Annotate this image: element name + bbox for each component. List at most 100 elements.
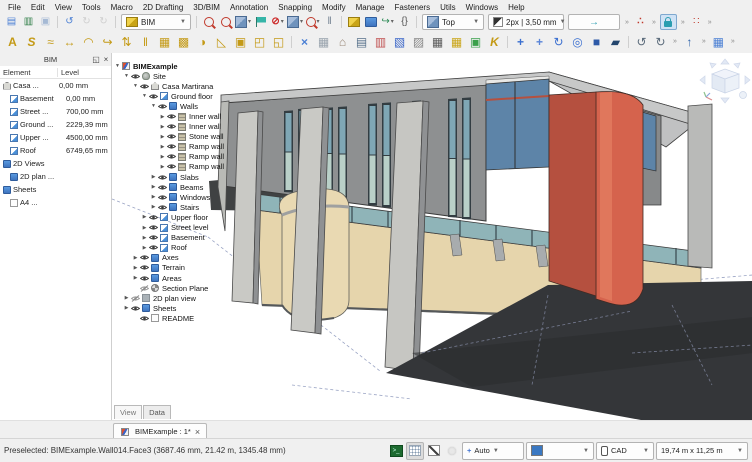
snap-button[interactable] — [444, 443, 460, 459]
view-preset-combo[interactable]: Top▼ — [422, 14, 484, 30]
visibility-eye-icon[interactable] — [130, 73, 141, 80]
tree-item-beams[interactable]: ▶Beams — [114, 182, 264, 192]
expander-closed-icon[interactable]: ▶ — [141, 225, 148, 231]
toggle-visibility-button[interactable]: ⊘▾ — [270, 15, 285, 29]
annotation-arc-tool[interactable]: ◠ — [80, 32, 97, 51]
menu-tools[interactable]: Tools — [77, 3, 106, 12]
visibility-eye-icon[interactable] — [157, 184, 168, 191]
window-slit-5[interactable] — [368, 103, 377, 205]
red-stair-tower[interactable] — [549, 92, 643, 306]
tree-item-street-level[interactable]: ▶Street level — [114, 223, 264, 233]
save-button[interactable]: ▣ — [38, 15, 53, 29]
bim-views-panel-tool[interactable]: ▦ — [315, 32, 332, 51]
window-slit-9[interactable] — [462, 97, 471, 219]
expander-closed-icon[interactable]: ▶ — [159, 154, 166, 160]
annotation-columns-tool[interactable]: ‖ — [137, 32, 154, 51]
layers-document-tool[interactable]: ▨ — [410, 32, 427, 51]
tree-item-sheets[interactable]: ▶Sheets — [114, 303, 264, 313]
menu-snapping[interactable]: Snapping — [273, 3, 317, 12]
tree-item-basement[interactable]: ▶Basement — [114, 233, 264, 243]
overflow-chevron[interactable]: » — [731, 38, 735, 45]
tree-item-upper-floor[interactable]: ▶Upper floor — [114, 212, 264, 222]
tree-item-walls[interactable]: ▼Walls — [114, 101, 264, 111]
draft-path-array-tool[interactable]: ▩ — [175, 32, 192, 51]
tree-item-section-plane[interactable]: Section Plane — [114, 283, 264, 293]
panel-row-a4-[interactable]: A4 ... — [0, 196, 111, 209]
material-document-tool[interactable]: ▦ — [429, 32, 446, 51]
expander-closed-icon[interactable]: ▶ — [159, 134, 166, 140]
visibility-eye-icon[interactable] — [139, 83, 150, 90]
overflow-chevron[interactable]: » — [652, 19, 656, 26]
visibility-eye-icon[interactable] — [166, 133, 177, 140]
visibility-eye-icon[interactable] — [157, 103, 168, 110]
line-width-combo[interactable]: 2px | 3,50 mm▼ — [488, 14, 564, 30]
menu-windows[interactable]: Windows — [461, 3, 503, 12]
expander-closed-icon[interactable]: ▶ — [159, 124, 166, 130]
refresh-button[interactable]: ↻ — [96, 15, 111, 29]
schedule-document-tool[interactable]: ▧ — [391, 32, 408, 51]
zoom-fit-button[interactable] — [201, 15, 216, 29]
tree-item-inner-wall[interactable]: ▶Inner wall — [114, 122, 264, 132]
expander-open-icon[interactable]: ▼ — [132, 83, 139, 89]
visibility-eye-icon[interactable] — [166, 113, 177, 120]
expander-closed-icon[interactable]: ▶ — [159, 164, 166, 170]
3d-viewport[interactable]: ▼BIMExample▼Site▼Casa Martirana▼Ground f… — [112, 53, 752, 420]
ifc-document-tool[interactable]: ▤ — [353, 32, 370, 51]
corner-pier[interactable] — [688, 104, 712, 268]
visibility-eye-icon[interactable] — [157, 174, 168, 181]
new-document-button[interactable]: ▤ — [4, 15, 19, 29]
select-group-button[interactable]: ▾ — [305, 15, 320, 29]
visibility-eye-icon[interactable] — [157, 204, 168, 211]
menu-3d-bim[interactable]: 3D/BIM — [188, 3, 225, 12]
tree-item-ground-floor[interactable]: ▼Ground floor — [114, 91, 264, 101]
expander-closed-icon[interactable]: ▶ — [150, 194, 157, 200]
move-up-button[interactable]: ↑ — [681, 32, 698, 51]
expander-open-icon[interactable]: ▼ — [114, 63, 121, 69]
python-console-button[interactable]: >_ — [388, 443, 404, 459]
overflow-chevron[interactable]: » — [673, 38, 677, 45]
view-dolly-tool[interactable]: + — [531, 32, 548, 51]
overflow-chevron[interactable]: » — [625, 19, 629, 26]
expander-closed-icon[interactable]: ▶ — [123, 295, 130, 301]
tree-item-bimexample[interactable]: ▼BIMExample — [114, 61, 264, 71]
window-slit-1[interactable] — [284, 110, 293, 192]
menu-help[interactable]: Help — [503, 3, 529, 12]
expander-closed-icon[interactable]: ▶ — [123, 305, 130, 311]
visibility-eye-icon[interactable] — [139, 264, 150, 271]
tree-item-casa-martirana[interactable]: ▼Casa Martirana — [114, 81, 264, 91]
view-dimensions-combo[interactable]: 19,74 m x 11,25 m ▼ — [656, 442, 748, 460]
annotation-axis-tool[interactable]: ⇅ — [118, 32, 135, 51]
draw-style-button[interactable]: ▾ — [287, 15, 303, 29]
working-plane-view-button[interactable] — [253, 15, 268, 29]
zoom-selection-button[interactable] — [218, 15, 233, 29]
box-primitive-button[interactable] — [346, 15, 361, 29]
expander-closed-icon[interactable]: ▶ — [141, 235, 148, 241]
panel-row-basement[interactable]: Basement0,00 mm — [0, 92, 111, 105]
visibility-eye-icon[interactable] — [148, 93, 159, 100]
expander-closed-icon[interactable]: ▶ — [150, 174, 157, 180]
tree-item-windows[interactable]: ▶Windows — [114, 192, 264, 202]
window-slit-4[interactable] — [338, 106, 347, 200]
visibility-eye-icon[interactable] — [148, 224, 159, 231]
working-plane-combo[interactable]: + Auto ▼ — [462, 442, 524, 460]
visibility-eye-icon[interactable] — [139, 315, 150, 322]
tree-item-site[interactable]: ▼Site — [114, 71, 264, 81]
axonometric-view-button[interactable]: ▾ — [235, 15, 251, 29]
annotation-dimension-tool[interactable]: ↔ — [61, 32, 78, 51]
menu-modify[interactable]: Modify — [317, 3, 351, 12]
visibility-eye-icon[interactable] — [130, 305, 141, 312]
menu-manage[interactable]: Manage — [351, 3, 390, 12]
expander-closed-icon[interactable]: ▶ — [141, 245, 148, 251]
panel-row-casa-[interactable]: Casa ...0,00 mm — [0, 79, 111, 92]
annotation-bezier-tool[interactable]: ≈ — [42, 32, 59, 51]
tree-item-ramp-wall[interactable]: ▶Ramp wall — [114, 142, 264, 152]
column-element[interactable]: Element — [0, 68, 58, 77]
panel-row-ground-[interactable]: Ground ...2229,39 mm — [0, 118, 111, 131]
curtain-wall-glass[interactable] — [486, 79, 549, 170]
visibility-eye-off-icon[interactable] — [139, 285, 150, 292]
panel-row-street-[interactable]: Street ...700,00 mm — [0, 105, 111, 118]
panel-float-icon[interactable]: ◱ — [91, 55, 101, 64]
report-document-button[interactable]: ∷ — [689, 15, 704, 29]
tree-item-stairs[interactable]: ▶Stairs — [114, 202, 264, 212]
overflow-chevron[interactable]: » — [708, 19, 712, 26]
